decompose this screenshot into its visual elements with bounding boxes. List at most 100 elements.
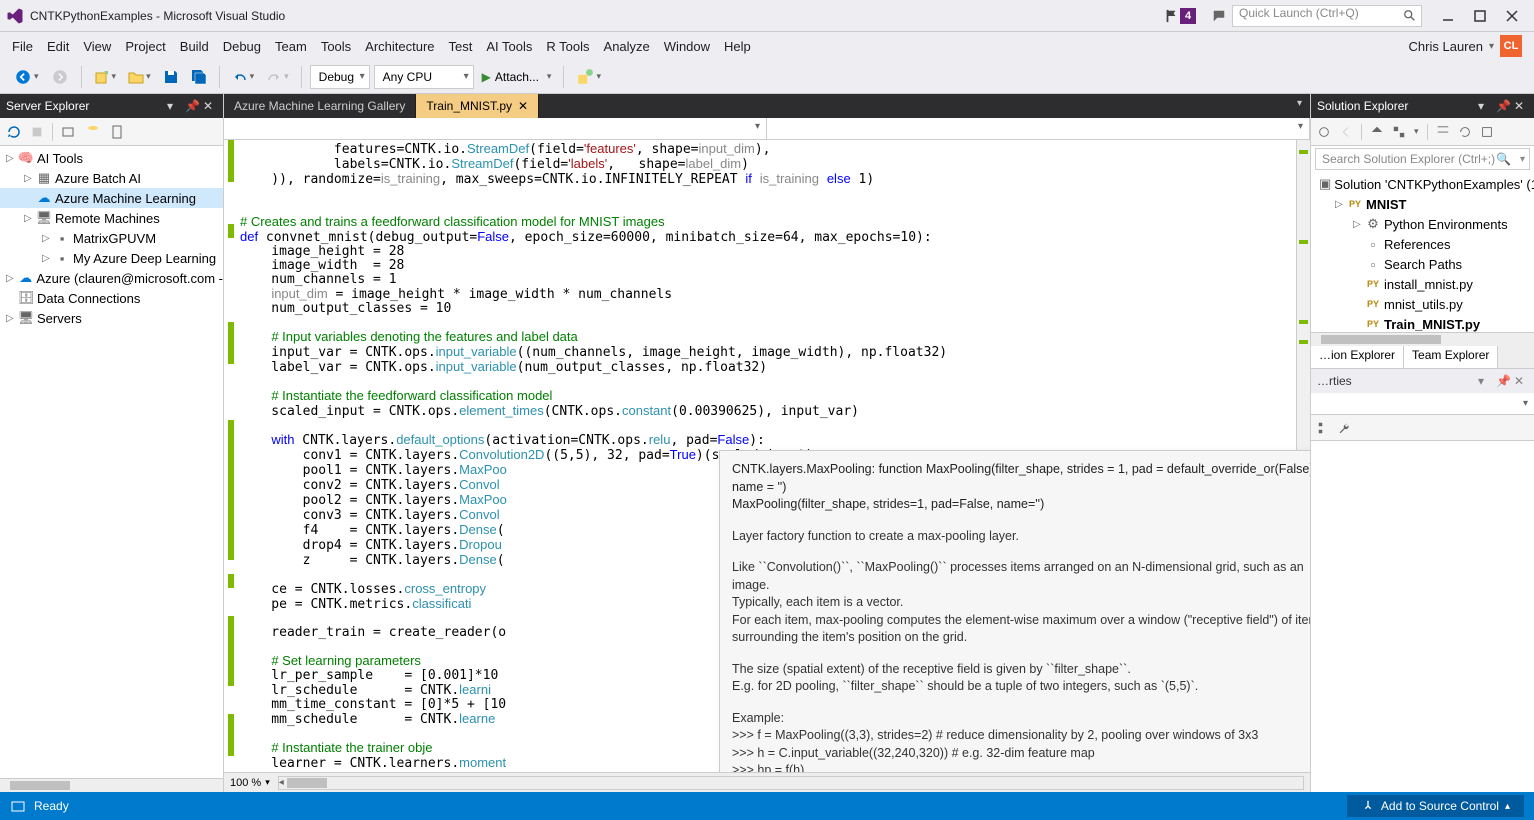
nav-back-button[interactable]: ▾: [10, 66, 43, 88]
menu-edit[interactable]: Edit: [47, 39, 69, 54]
menu-file[interactable]: File: [12, 39, 33, 54]
tab-team-explorer[interactable]: Team Explorer: [1404, 346, 1498, 368]
pin-icon[interactable]: 📌: [185, 99, 199, 113]
menu-test[interactable]: Test: [449, 39, 473, 54]
menu-help[interactable]: Help: [724, 39, 751, 54]
nav-forward-button[interactable]: [47, 66, 73, 88]
platform-dropdown[interactable]: Any CPU: [374, 65, 474, 89]
search-solution-input[interactable]: Search Solution Explorer (Ctrl+;) 🔍 ▾: [1315, 148, 1530, 170]
maximize-button[interactable]: [1472, 8, 1488, 24]
feedback-icon[interactable]: [1212, 9, 1226, 23]
solution-node-python-environments[interactable]: ▷⚙Python Environments: [1311, 214, 1534, 234]
editor-hscroll[interactable]: ◂: [278, 776, 1304, 790]
tabs-dropdown-icon[interactable]: ▾: [1289, 94, 1310, 118]
close-panel-icon[interactable]: ✕: [1514, 374, 1528, 388]
solution-node-mnist-utils-py[interactable]: PYmnist_utils.py: [1311, 294, 1534, 314]
menu-build[interactable]: Build: [180, 39, 209, 54]
menu-window[interactable]: Window: [664, 39, 710, 54]
menu-analyze[interactable]: Analyze: [604, 39, 650, 54]
save-all-button[interactable]: [187, 67, 211, 87]
save-button[interactable]: [159, 67, 183, 87]
tab-train-mnist-py[interactable]: Train_MNIST.py✕: [416, 94, 539, 118]
close-panel-icon[interactable]: ✕: [203, 99, 217, 113]
tab-solution-explorer[interactable]: …ion Explorer: [1311, 346, 1404, 368]
categorize-icon[interactable]: [1317, 421, 1331, 435]
solution-tree[interactable]: ▣Solution 'CNTKPythonExamples' (1 p▷PYMN…: [1311, 172, 1534, 332]
connect-srv-icon[interactable]: [109, 124, 125, 140]
refresh-sol-icon[interactable]: [1458, 125, 1472, 139]
menu-project[interactable]: Project: [125, 39, 165, 54]
server-node-my-azure-deep-learning[interactable]: ▷▪My Azure Deep Learning: [0, 248, 223, 268]
server-node-azure-clauren-microsoft-com-[interactable]: ▷☁Azure (clauren@microsoft.com -: [0, 268, 223, 288]
server-node-servers[interactable]: ▷🖥Servers: [0, 308, 223, 328]
user-avatar[interactable]: CL: [1500, 35, 1522, 57]
solution-explorer-toolbar: ▾: [1311, 118, 1534, 146]
chevron-down-icon[interactable]: ▾: [1489, 41, 1494, 52]
menu-architecture[interactable]: Architecture: [365, 39, 434, 54]
chevron-down-icon[interactable]: ▾: [1523, 398, 1528, 409]
sync-icon[interactable]: [1370, 125, 1384, 139]
tab-azure-machine-learning-gallery[interactable]: Azure Machine Learning Gallery: [224, 94, 416, 118]
server-node-data-connections[interactable]: 🗄Data Connections: [0, 288, 223, 308]
quick-launch-input[interactable]: Quick Launch (Ctrl+Q): [1232, 5, 1422, 27]
scope-dropdown[interactable]: [224, 118, 767, 139]
window-position-icon[interactable]: ▾: [167, 99, 181, 113]
wrench-icon[interactable]: [1337, 421, 1351, 435]
tooltip-desc-5: The size (spatial extent) of the recepti…: [732, 662, 1131, 676]
python-env-button[interactable]: ▾: [572, 66, 605, 88]
connect-icon[interactable]: [61, 124, 77, 140]
member-dropdown[interactable]: [767, 118, 1310, 139]
stop-icon[interactable]: [30, 125, 44, 139]
server-explorer-hscroll[interactable]: [0, 778, 223, 792]
window-position-icon[interactable]: ▾: [1478, 374, 1492, 388]
signed-in-user[interactable]: Chris Lauren: [1409, 39, 1483, 54]
attach-button[interactable]: ▶Attach...▾: [478, 70, 556, 84]
solution-node-train-mnist-py[interactable]: PYTrain_MNIST.py: [1311, 314, 1534, 332]
menu-ai-tools[interactable]: AI Tools: [486, 39, 532, 54]
redo-button[interactable]: ▾: [262, 67, 293, 87]
pin-icon[interactable]: 📌: [1496, 374, 1510, 388]
open-file-button[interactable]: ▾: [124, 67, 155, 87]
window-position-icon[interactable]: ▾: [1478, 99, 1492, 113]
server-node-azure-machine-learning[interactable]: ☁Azure Machine Learning: [0, 188, 223, 208]
notification-flag[interactable]: 4: [1164, 8, 1196, 24]
server-node-azure-batch-ai[interactable]: ▷▦Azure Batch AI: [0, 168, 223, 188]
undo-button[interactable]: ▾: [228, 67, 259, 87]
show-all-icon[interactable]: [1392, 125, 1406, 139]
solution-node-solution-cntkpythonexamples-1-p[interactable]: ▣Solution 'CNTKPythonExamples' (1 p: [1311, 174, 1534, 194]
pin-icon[interactable]: 📌: [1496, 99, 1510, 113]
solution-node-search-paths[interactable]: ▫Search Paths: [1311, 254, 1534, 274]
solution-node-mnist[interactable]: ▷PYMNIST: [1311, 194, 1534, 214]
menu-r-tools[interactable]: R Tools: [546, 39, 589, 54]
server-explorer-tree[interactable]: ▷🧠AI Tools▷▦Azure Batch AI☁Azure Machine…: [0, 146, 223, 778]
close-panel-icon[interactable]: ✕: [1514, 99, 1528, 113]
menu-view[interactable]: View: [83, 39, 111, 54]
back-icon[interactable]: [1339, 125, 1353, 139]
close-button[interactable]: [1504, 8, 1520, 24]
menu-debug[interactable]: Debug: [223, 39, 261, 54]
menu-team[interactable]: Team: [275, 39, 307, 54]
menu-tools[interactable]: Tools: [321, 39, 351, 54]
solution-hscroll[interactable]: [1311, 332, 1534, 346]
properties-icon[interactable]: [1480, 125, 1494, 139]
code-editor[interactable]: features=CNTK.io.StreamDef(field='featur…: [224, 140, 1310, 772]
server-node-remote-machines[interactable]: ▷🖥Remote Machines: [0, 208, 223, 228]
refresh-icon[interactable]: [6, 124, 22, 140]
collapse-icon[interactable]: [1436, 125, 1450, 139]
source-control-button[interactable]: Add to Source Control ▴: [1347, 795, 1524, 817]
connect-db-icon[interactable]: [85, 124, 101, 140]
tab-close-icon[interactable]: ✕: [518, 99, 528, 113]
server-node-ai-tools[interactable]: ▷🧠AI Tools: [0, 148, 223, 168]
config-dropdown[interactable]: Debug: [310, 65, 370, 89]
home-icon[interactable]: [1317, 125, 1331, 139]
chevron-down-icon[interactable]: ▾: [1520, 154, 1525, 165]
server-node-matrixgpuvm[interactable]: ▷▪MatrixGPUVM: [0, 228, 223, 248]
zoom-level[interactable]: 100 %: [230, 777, 261, 789]
menu-bar: File Edit View Project Build Debug Team Tools Ar…: [0, 32, 1534, 60]
document-tabs: Azure Machine Learning GalleryTrain_MNIS…: [224, 94, 1310, 118]
new-project-button[interactable]: ▾: [90, 67, 121, 87]
solution-node-install-mnist-py[interactable]: PYinstall_mnist.py: [1311, 274, 1534, 294]
title-bar: CNTKPythonExamples - Microsoft Visual St…: [0, 0, 1534, 32]
solution-node-references[interactable]: ▫References: [1311, 234, 1534, 254]
minimize-button[interactable]: [1440, 8, 1456, 24]
